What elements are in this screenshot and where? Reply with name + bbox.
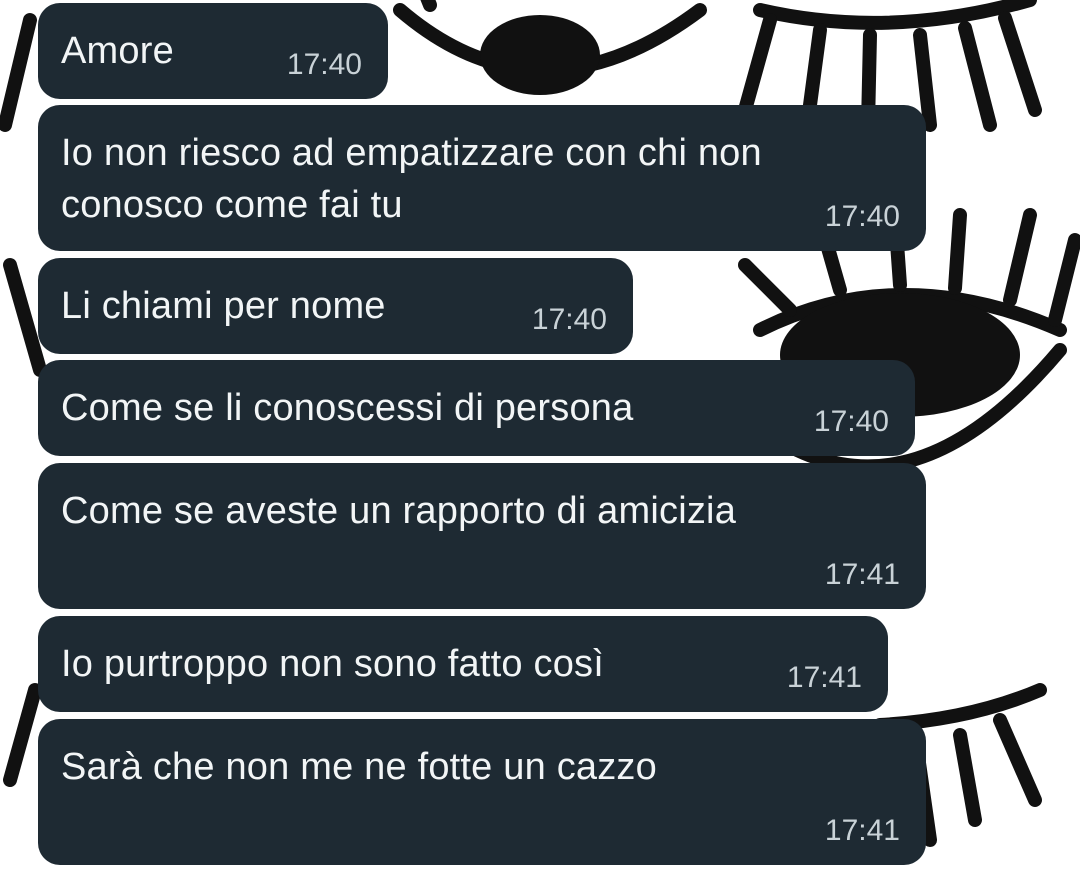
message-text: Sarà che non me ne fotte un cazzo — [61, 746, 657, 788]
message-time: 17:40 — [286, 48, 362, 81]
message-bubble[interactable]: Come se aveste un rapporto di amicizia 1… — [38, 463, 926, 609]
message-time: 17:41 — [824, 814, 900, 847]
message-time: 17:41 — [824, 558, 900, 591]
message-bubble[interactable]: Sarà che non me ne fotte un cazzo 17:41 — [38, 719, 926, 865]
message-bubble[interactable]: Li chiami per nome 17:40 — [38, 258, 633, 354]
message-text: Li chiami per nome — [61, 285, 386, 327]
message-text: Io purtroppo non sono fatto così — [61, 643, 604, 685]
message-text: Come se li conoscessi di persona — [61, 387, 634, 429]
message-bubble[interactable]: Io non riesco ad empatizzare con chi non… — [38, 105, 926, 251]
message-time: 17:41 — [786, 661, 862, 694]
message-text: Io non riesco ad empatizzare con chi non… — [61, 132, 762, 226]
message-bubble[interactable]: Amore 17:40 — [38, 3, 388, 99]
message-time: 17:40 — [531, 303, 607, 336]
chat-message-list: Amore 17:40 Io non riesco ad empatizzare… — [0, 0, 1080, 873]
message-bubble[interactable]: Io purtroppo non sono fatto così 17:41 — [38, 616, 888, 712]
message-text: Amore — [61, 30, 174, 72]
message-time: 17:40 — [813, 405, 889, 438]
message-text: Come se aveste un rapporto di amicizia — [61, 490, 737, 532]
message-time: 17:40 — [824, 200, 900, 233]
message-bubble[interactable]: Come se li conoscessi di persona 17:40 — [38, 360, 915, 456]
